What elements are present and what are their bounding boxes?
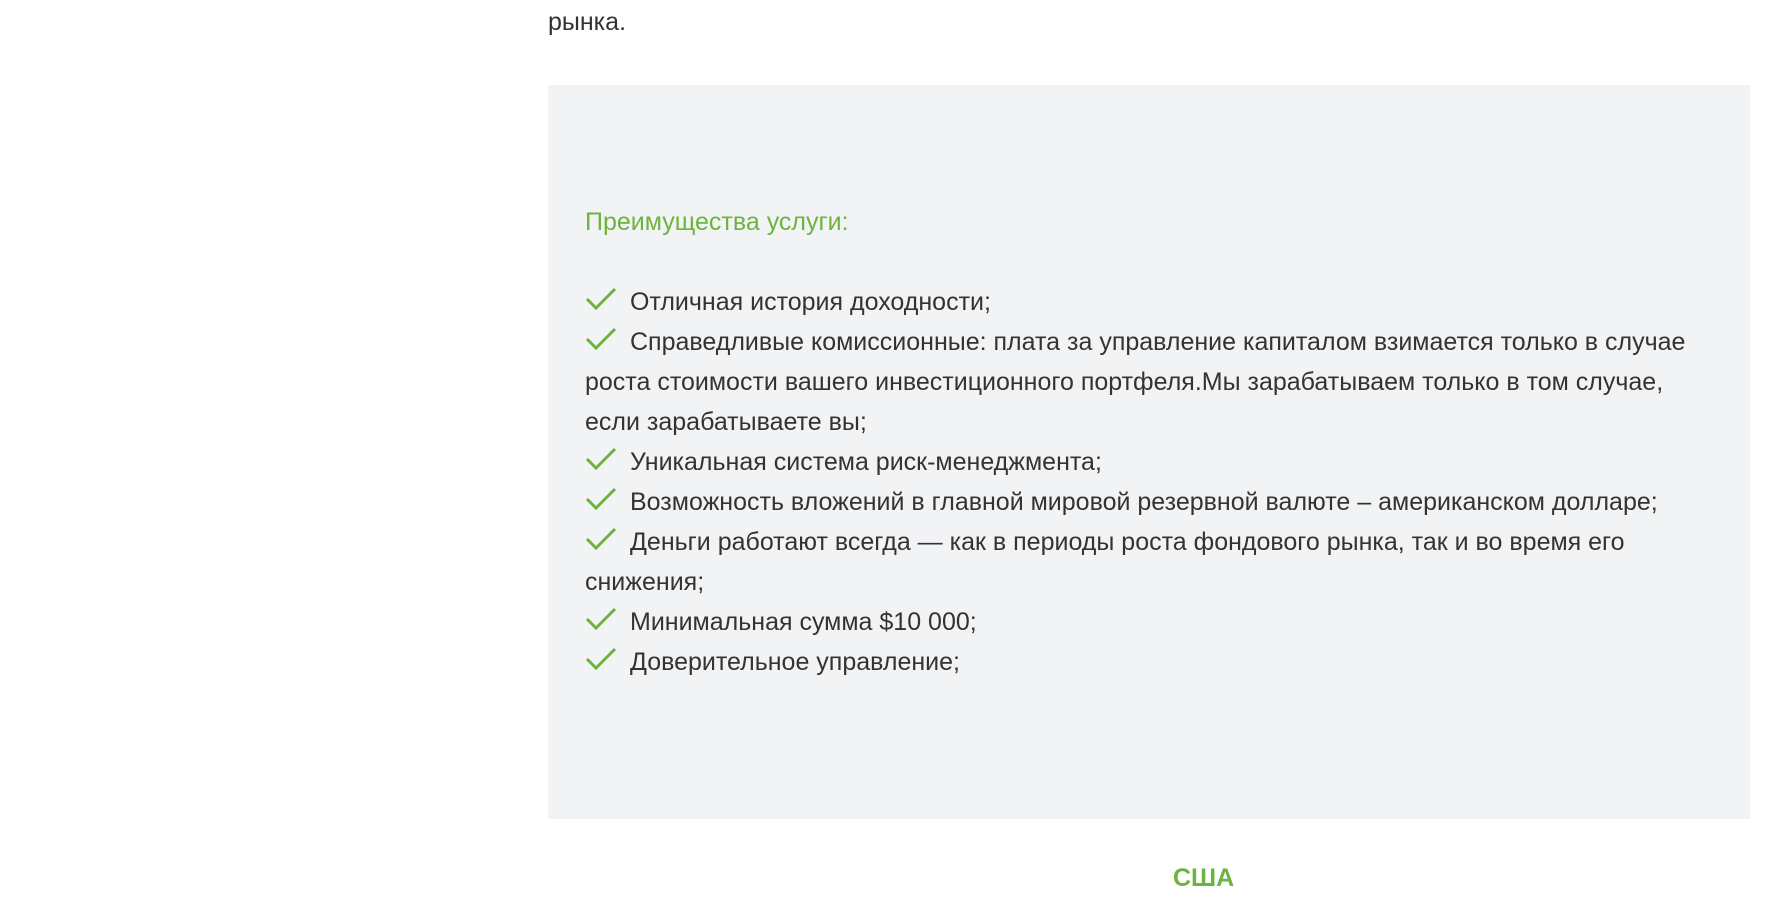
benefit-text: Доверительное управление;: [630, 648, 960, 676]
benefit-item: Деньги работают всегда — как в периоды р…: [585, 522, 1710, 602]
benefit-item: Доверительное управление;: [585, 642, 1710, 682]
benefit-item: Отличная история доходности;: [585, 282, 1710, 322]
check-icon: [585, 287, 617, 311]
benefit-text: Возможность вложений в главной мировой р…: [630, 488, 1658, 516]
benefits-title: Преимущества услуги:: [585, 208, 849, 236]
check-icon: [585, 647, 617, 671]
benefit-item: Возможность вложений в главной мировой р…: [585, 482, 1710, 522]
benefit-text: Отличная история доходности;: [630, 288, 991, 316]
check-icon: [585, 327, 617, 351]
check-icon: [585, 487, 617, 511]
intro-paragraph-tail: рынка.: [548, 8, 627, 36]
benefit-text: Деньги работают всегда — как в периоды р…: [585, 528, 1625, 596]
benefits-panel: Преимущества услуги: Отличная история до…: [548, 85, 1750, 819]
benefit-item: Справедливые комиссионные: плата за упра…: [585, 322, 1710, 442]
benefit-text: Минимальная сумма $10 000;: [630, 608, 977, 636]
benefits-list: Отличная история доходности; Справедливы…: [585, 282, 1710, 682]
check-icon: [585, 607, 617, 631]
next-section-heading-text: США: [1173, 864, 1235, 892]
check-icon: [585, 527, 617, 551]
next-section-heading: США: [548, 858, 1234, 898]
benefit-item: Уникальная система риск-менеджмента;: [585, 442, 1710, 482]
benefit-text: Уникальная система риск-менеджмента;: [630, 448, 1102, 476]
check-icon: [585, 447, 617, 471]
benefit-item: Минимальная сумма $10 000;: [585, 602, 1710, 642]
benefit-text: Справедливые комиссионные: плата за упра…: [585, 328, 1686, 436]
